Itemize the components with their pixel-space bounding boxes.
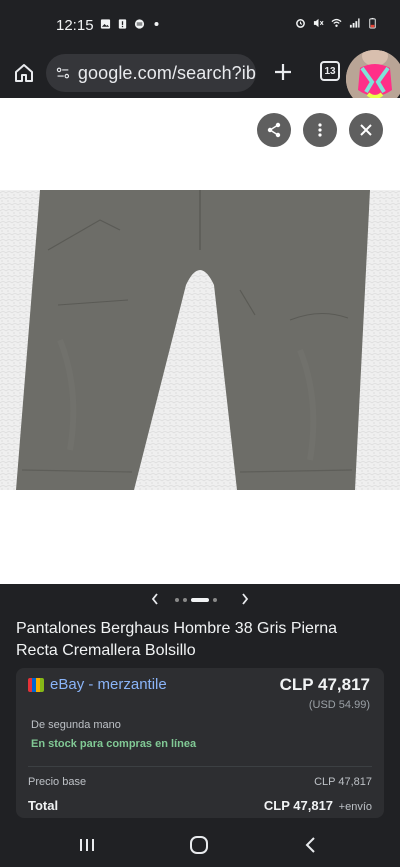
recents-button[interactable]	[72, 832, 102, 858]
chevron-left-icon[interactable]	[150, 592, 160, 606]
product-photo[interactable]	[0, 190, 400, 490]
status-notification-icons	[100, 18, 162, 30]
product-image-viewer	[0, 98, 400, 584]
close-icon	[360, 124, 372, 136]
divider	[28, 766, 372, 767]
signal-icon	[349, 18, 360, 28]
share-button[interactable]	[257, 113, 291, 147]
home-nav-icon	[190, 836, 208, 854]
price: CLP 47,817	[279, 675, 370, 694]
mute-icon	[313, 18, 324, 28]
carousel-dot[interactable]	[175, 598, 179, 602]
recents-icon	[80, 839, 94, 851]
home-icon	[15, 64, 33, 82]
url-text: google.com/search?ib	[77, 62, 256, 83]
status-system-icons	[295, 17, 378, 29]
back-button[interactable]	[296, 832, 326, 858]
system-navigation-bar	[0, 824, 400, 867]
status-time: 12:15	[56, 17, 94, 34]
ebay-logo-icon	[28, 677, 44, 692]
new-tab-button[interactable]	[268, 57, 298, 87]
more-options-button[interactable]	[303, 113, 337, 147]
battery-icon	[369, 17, 376, 29]
carousel-dot[interactable]	[191, 598, 209, 602]
tab-switcher-button[interactable]: 13	[320, 61, 340, 81]
plus-icon	[275, 64, 291, 80]
product-title: Pantalones Berghaus Hombre 38 Gris Piern…	[16, 620, 338, 659]
address-bar[interactable]: google.com/search?ib	[46, 54, 256, 92]
image-carousel-controls	[0, 592, 400, 608]
close-button[interactable]	[349, 113, 383, 147]
app-icon	[134, 19, 145, 29]
chevron-right-icon[interactable]	[240, 592, 250, 606]
carousel-dot[interactable]	[183, 598, 187, 602]
total-value: CLP 47,817 +envío	[264, 798, 372, 813]
seller-link[interactable]: eBay - merzantile	[50, 676, 167, 693]
browser-toolbar: google.com/search?ib 13	[0, 50, 400, 98]
total-amount: CLP 47,817	[263, 798, 334, 813]
more-vert-icon	[318, 123, 322, 137]
seller-row[interactable]: eBay - merzantile	[28, 676, 167, 693]
stock-status: En stock para compras en línea	[31, 738, 197, 750]
status-bar: 12:15	[0, 0, 400, 50]
alarm-icon	[296, 19, 305, 28]
dot-icon	[154, 21, 159, 27]
condition: De segunda mano	[31, 719, 121, 731]
gallery-icon	[100, 19, 111, 29]
carousel-dot[interactable]	[213, 598, 217, 602]
offer-card[interactable]: eBay - merzantile CLP 47,817 (USD 54.99)…	[16, 668, 384, 818]
carousel-dots	[175, 598, 217, 602]
base-price-label: Precio base	[28, 776, 87, 788]
base-price-value: CLP 47,817	[314, 776, 372, 788]
back-icon	[305, 837, 315, 853]
home-button[interactable]	[10, 59, 38, 87]
site-settings-icon[interactable]	[56, 65, 70, 81]
share-icon	[267, 122, 281, 138]
shipping-note: +envío	[338, 801, 372, 813]
home-nav-button[interactable]	[184, 832, 214, 858]
total-label: Total	[28, 798, 59, 813]
usd-price: (USD 54.99)	[308, 699, 370, 711]
wifi-icon	[331, 18, 342, 27]
alert-icon	[118, 19, 127, 29]
product-details-panel: Pantalones Berghaus Hombre 38 Gris Piern…	[0, 584, 400, 824]
